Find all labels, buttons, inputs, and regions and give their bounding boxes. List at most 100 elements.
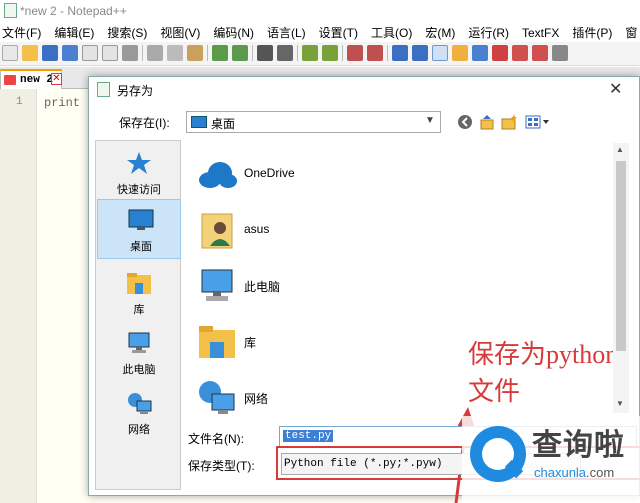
notepad-toolbar — [0, 42, 640, 66]
toolbar-separator — [252, 45, 253, 61]
up-folder-icon[interactable] — [479, 114, 495, 130]
redo-icon[interactable] — [232, 45, 248, 61]
place-label: 桌面 — [130, 241, 152, 253]
show-all-chars-icon[interactable] — [412, 45, 428, 61]
place-network[interactable]: 网络 — [96, 383, 182, 443]
open-file-icon[interactable] — [22, 45, 38, 61]
code-line: print — [44, 96, 81, 110]
list-item-onedrive[interactable]: OneDrive — [186, 146, 586, 202]
list-item-asus[interactable]: asus — [186, 202, 586, 258]
file-list-scrollbar[interactable]: ▲ ▼ — [613, 143, 629, 413]
cut-icon[interactable] — [147, 45, 163, 61]
notepad-window-title: *new 2 - Notepad++ — [20, 4, 127, 18]
doc-map-icon[interactable] — [472, 45, 488, 61]
file-label: OneDrive — [244, 166, 295, 180]
computer-icon — [201, 269, 233, 301]
watermark-en-prefix: chaxunla — [534, 465, 587, 480]
print-icon[interactable] — [122, 45, 138, 61]
menu-view[interactable]: 视图(V) — [160, 22, 200, 41]
copy-icon[interactable] — [167, 45, 183, 61]
close-tab-icon[interactable]: ✕ — [51, 73, 62, 85]
place-quick-access[interactable]: 快速访问 — [96, 143, 182, 203]
place-library[interactable]: 库 — [96, 263, 182, 323]
save-in-value: 桌面 — [211, 117, 236, 131]
save-all-icon[interactable] — [62, 45, 78, 61]
save-icon[interactable] — [42, 45, 58, 61]
find-icon[interactable] — [257, 45, 273, 61]
filename-value: test.py — [283, 430, 334, 442]
tab-label: new 2 — [20, 74, 54, 86]
undo-icon[interactable] — [212, 45, 228, 61]
place-label: 网络 — [128, 424, 150, 436]
toolbar-separator — [342, 45, 343, 61]
sync-v-icon[interactable] — [347, 45, 363, 61]
toolbar-separator — [207, 45, 208, 61]
menu-macro[interactable]: 宏(M) — [425, 22, 455, 41]
func-list-icon[interactable] — [492, 45, 508, 61]
filetype-label: 保存类型(T): — [188, 459, 255, 473]
place-desktop[interactable]: 桌面 — [97, 199, 181, 259]
magnifier-logo-icon — [470, 426, 526, 482]
watermark-en-suffix: .com — [586, 465, 615, 480]
menu-settings[interactable]: 设置(T) — [319, 22, 358, 41]
network-icon — [128, 393, 152, 414]
watermark: 查询啦 chaxunla.com — [462, 416, 640, 503]
unsaved-file-icon — [4, 75, 16, 85]
library-icon — [127, 273, 151, 294]
desktop-icon — [191, 116, 207, 128]
menu-textfx[interactable]: TextFX — [522, 24, 559, 40]
replace-icon[interactable] — [277, 45, 293, 61]
file-label: 库 — [244, 336, 257, 350]
line-number: 1 — [16, 96, 23, 108]
new-file-icon[interactable] — [2, 45, 18, 61]
menu-search[interactable]: 搜索(S) — [107, 22, 147, 41]
new-folder-icon[interactable] — [501, 114, 517, 130]
line-number-gutter: 1 — [0, 89, 37, 503]
library-icon — [199, 326, 235, 358]
scroll-up-icon[interactable]: ▲ — [616, 145, 624, 154]
notepad-menu-bar: 文件(F) 编辑(E) 搜索(S) 视图(V) 编码(N) 语言(L) 设置(T) 工具(O)… — [0, 22, 640, 42]
toolbar-separator — [142, 45, 143, 61]
view-menu-icon[interactable] — [525, 114, 553, 130]
menu-run[interactable]: 运行(R) — [468, 22, 509, 41]
zoom-in-icon[interactable] — [302, 45, 318, 61]
scroll-thumb[interactable] — [616, 161, 626, 351]
watermark-en: chaxunla.com — [534, 465, 614, 480]
close-file-icon[interactable] — [82, 45, 98, 61]
save-in-dropdown[interactable]: 桌面 ▼ — [186, 111, 441, 133]
word-wrap-icon[interactable] — [392, 45, 408, 61]
record-macro-icon[interactable] — [532, 45, 548, 61]
file-label: 此电脑 — [244, 280, 281, 294]
list-item-this-pc[interactable]: 此电脑 — [186, 258, 586, 314]
menu-language[interactable]: 语言(L) — [267, 22, 306, 41]
desktop-icon — [128, 209, 154, 230]
menu-encoding[interactable]: 编码(N) — [213, 22, 254, 41]
back-icon[interactable] — [457, 114, 473, 130]
sync-h-icon[interactable] — [367, 45, 383, 61]
place-label: 此电脑 — [122, 364, 156, 376]
indent-guide-icon[interactable] — [432, 45, 448, 61]
menu-tools[interactable]: 工具(O) — [371, 22, 412, 41]
scroll-down-icon[interactable]: ▼ — [616, 399, 624, 408]
paste-icon[interactable] — [187, 45, 203, 61]
toolbar-separator — [297, 45, 298, 61]
notepad-title-bar: *new 2 - Notepad++ — [0, 0, 640, 22]
tab-new-2[interactable]: new 2 ✕ — [0, 69, 62, 89]
file-list[interactable]: OneDrive asus 此电脑 库 网络 保存为python文件 — [186, 140, 630, 503]
zoom-out-icon[interactable] — [322, 45, 338, 61]
stop-macro-icon[interactable] — [552, 45, 568, 61]
dialog-close-icon[interactable]: ✕ — [609, 79, 622, 99]
place-this-pc[interactable]: 此电脑 — [96, 323, 182, 383]
close-all-icon[interactable] — [102, 45, 118, 61]
filename-label: 文件名(N): — [188, 432, 244, 446]
user-folder-icon — [201, 213, 233, 249]
watermark-cn: 查询啦 — [532, 428, 625, 463]
menu-plugins[interactable]: 插件(P) — [572, 22, 612, 41]
folder-workspace-icon[interactable] — [512, 45, 528, 61]
menu-edit[interactable]: 编辑(E) — [54, 22, 94, 41]
menu-window[interactable]: 窗 — [625, 22, 637, 41]
menu-file[interactable]: 文件(F) — [2, 22, 41, 41]
lang-icon[interactable] — [452, 45, 468, 61]
toolbar-separator — [387, 45, 388, 61]
place-label: 库 — [133, 304, 145, 316]
